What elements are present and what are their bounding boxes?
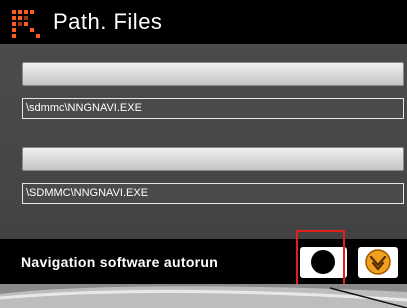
title-bar: Path. Files [0,0,407,44]
autorun-label: Navigation software autorun [21,254,219,270]
app-badge-icon [365,249,391,275]
page-title: Path. Files [53,9,163,34]
path-field-2[interactable]: \SDMMC\NNGNAVI.EXE [22,183,404,204]
app-logo-icon [12,10,40,38]
path-selector-button-2[interactable] [22,147,404,171]
autorun-toggle-dot-icon [311,250,335,274]
screen: Path. Files \sdmmc\NNGNAVI.EXE \SDMMC\NN… [0,0,407,308]
bottom-swoosh-decoration [0,284,407,308]
path-field-1[interactable]: \sdmmc\NNGNAVI.EXE [22,98,404,119]
path-selector-button-1[interactable] [22,62,404,86]
